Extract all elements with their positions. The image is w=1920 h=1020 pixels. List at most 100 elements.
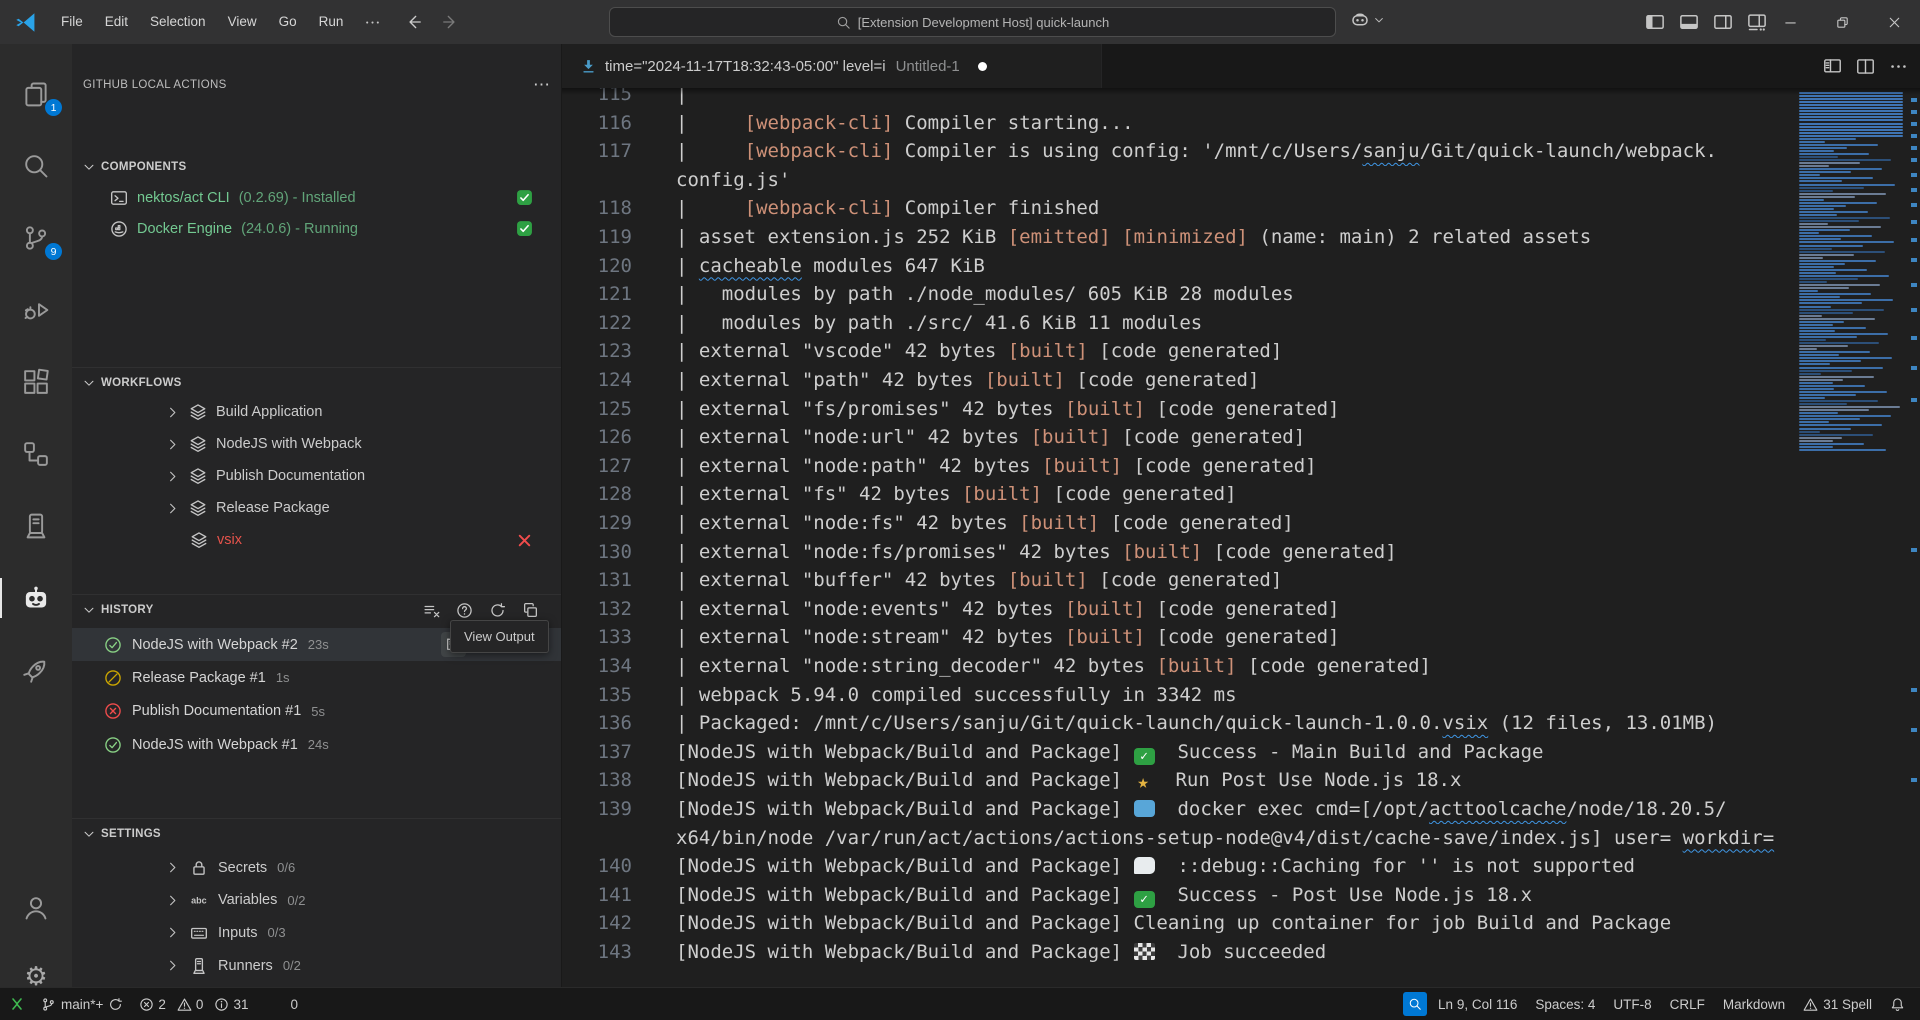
refresh-icon[interactable] [489,602,506,619]
activity-item-search[interactable] [0,142,72,190]
help-icon[interactable] [456,602,473,619]
minimap[interactable] [1795,88,1908,987]
workflows-section-header[interactable]: WORKFLOWS [72,368,561,398]
settings-item-inputs[interactable]: Inputs0/3 [72,916,562,949]
remote-indicator[interactable] [2,992,32,1017]
code-line[interactable]: 122| modules by path ./src/ 41.6 KiB 11 … [562,309,1920,338]
code-line[interactable]: 133| external "node:stream" 42 bytes [bu… [562,623,1920,652]
settings-item-variables[interactable]: abcVariables0/2 [72,884,562,917]
settings-section-header[interactable]: SETTINGS [72,819,561,849]
code-line[interactable]: 132| external "node:events" 42 bytes [bu… [562,595,1920,624]
code-line[interactable]: 137[NodeJS with Webpack/Build and Packag… [562,738,1920,767]
menu-go[interactable]: Go [268,8,308,36]
code-line[interactable]: 118| [webpack-cli] Compiler finished [562,194,1920,223]
git-branch-item[interactable]: main*+ [34,992,130,1017]
activity-item-github-local-actions[interactable] [0,574,72,622]
code-line[interactable]: 134| external "node:string_decoder" 42 b… [562,652,1920,681]
code-line[interactable]: 141[NodeJS with Webpack/Build and Packag… [562,881,1920,910]
cursor-position-item[interactable]: Ln 9, Col 116 [1431,992,1524,1017]
code-line[interactable]: 142[NodeJS with Webpack/Build and Packag… [562,909,1920,938]
code-line[interactable]: 127| external "node:path" 42 bytes [buil… [562,452,1920,481]
activity-item-source-control[interactable]: 9 [0,214,72,262]
code-line[interactable]: 129| external "node:fs" 42 bytes [built]… [562,509,1920,538]
menu-edit[interactable]: Edit [94,8,139,36]
code-line[interactable]: 138[NodeJS with Webpack/Build and Packag… [562,766,1920,795]
code-line[interactable]: 135| webpack 5.94.0 compiled successfull… [562,681,1920,710]
menu-view[interactable]: View [217,8,268,36]
overview-ruler[interactable] [1908,88,1920,987]
minimize-button[interactable] [1764,0,1816,44]
code-line[interactable]: 115| [562,88,1920,109]
problems-item[interactable]: 2 0 31 [132,992,261,1017]
code-line[interactable]: 131| external "buffer" 42 bytes [built] … [562,566,1920,595]
copilot-menu[interactable] [1350,10,1385,30]
code-line[interactable]: 125| external "fs/promises" 42 bytes [bu… [562,395,1920,424]
clear-history-icon[interactable] [423,602,440,619]
menu-file[interactable]: File [50,8,94,36]
indentation-item[interactable]: Spaces: 4 [1528,992,1602,1017]
toggle-secondary-sidebar-icon[interactable] [1713,12,1733,32]
code-line[interactable]: 126| external "node:url" 42 bytes [built… [562,423,1920,452]
activity-item-run-and-debug[interactable] [0,286,72,334]
workflow-item-nodejs-with-webpack[interactable]: NodeJS with Webpack [72,428,562,460]
activity-item-extensions[interactable] [0,358,72,406]
code-line[interactable]: 124| external "path" 42 bytes [built] [c… [562,366,1920,395]
navigate-back-icon[interactable] [405,13,423,31]
editor-content[interactable]: 115|116| [webpack-cli] Compiler starting… [562,88,1920,987]
workflow-item-publish-documentation[interactable]: Publish Documentation [72,460,562,492]
code-line[interactable]: 140[NodeJS with Webpack/Build and Packag… [562,852,1920,881]
editor-more-actions-icon[interactable] [1889,57,1908,76]
code-line[interactable]: 120| cacheable modules 647 KiB [562,252,1920,281]
component-item[interactable]: Docker Engine (24.0.6) - Running [72,213,562,244]
split-editor-icon[interactable] [1856,57,1875,76]
code-line[interactable]: 123| external "vscode" 42 bytes [built] … [562,337,1920,366]
code-line[interactable]: 128| external "fs" 42 bytes [built] [cod… [562,480,1920,509]
zoom-status-item[interactable] [1403,992,1427,1016]
activity-item-remote-explorer[interactable] [0,430,72,478]
menu-run[interactable]: Run [308,8,355,36]
remove-workflow-icon[interactable] [516,532,533,549]
restore-button[interactable] [1816,0,1868,44]
settings-item-secrets[interactable]: Secrets0/6 [72,851,562,884]
eol-sequence-item[interactable]: CRLF [1663,992,1712,1017]
component-item[interactable]: nektos/act CLI (0.2.69) - Installed [72,182,562,213]
markdown-preview-icon[interactable] [1823,57,1842,76]
encoding-item[interactable]: UTF-8 [1606,992,1658,1017]
history-item[interactable]: Release Package #11s [72,661,562,694]
code-line[interactable]: 116| [webpack-cli] Compiler starting... [562,109,1920,138]
code-line[interactable]: 130| external "node:fs/promises" 42 byte… [562,538,1920,567]
language-mode-item[interactable]: Markdown [1716,992,1792,1017]
code-line[interactable]: 121| modules by path ./node_modules/ 605… [562,280,1920,309]
code-line[interactable]: config.js' [562,166,1920,195]
workflow-item-build-application[interactable]: Build Application [72,396,562,428]
sidebar-more-actions-icon[interactable]: ⋯ [533,75,551,95]
notifications-item[interactable] [1883,992,1912,1017]
workflow-item-vsix[interactable]: vsix [72,524,562,556]
code-line[interactable]: 119| asset extension.js 252 KiB [emitted… [562,223,1920,252]
activity-item-deploy[interactable] [0,646,72,694]
code-line[interactable]: 143[NodeJS with Webpack/Build and Packag… [562,938,1920,967]
code-line[interactable]: 136| Packaged: /mnt/c/Users/sanju/Git/qu… [562,709,1920,738]
duplicate-icon[interactable] [522,602,539,619]
activity-item-containers[interactable] [0,502,72,550]
activity-item-accounts[interactable] [0,884,72,932]
command-center-search[interactable]: [Extension Development Host] quick-launc… [609,7,1336,37]
settings-item-runners[interactable]: Runners0/2 [72,949,562,982]
more-menus-icon[interactable] [364,14,381,31]
navigate-forward-icon[interactable] [441,13,459,31]
unsaved-changes-dot[interactable] [978,62,987,71]
components-section-header[interactable]: COMPONENTS [72,152,561,182]
code-line[interactable]: x64/bin/node /var/run/act/actions/action… [562,824,1920,853]
close-button[interactable] [1868,0,1920,44]
ports-item[interactable]: 0 [263,992,305,1017]
toggle-primary-sidebar-icon[interactable] [1645,12,1665,32]
workflow-item-release-package[interactable]: Release Package [72,492,562,524]
menu-selection[interactable]: Selection [139,8,217,36]
history-item[interactable]: NodeJS with Webpack #124s [72,728,562,761]
history-item[interactable]: Publish Documentation #15s [72,695,562,728]
toggle-panel-icon[interactable] [1679,12,1699,32]
code-line[interactable]: 117| [webpack-cli] Compiler is using con… [562,137,1920,166]
activity-item-explorer[interactable]: 1 [0,70,72,118]
spell-checker-item[interactable]: 31 Spell [1796,992,1879,1017]
code-line[interactable]: 139[NodeJS with Webpack/Build and Packag… [562,795,1920,824]
